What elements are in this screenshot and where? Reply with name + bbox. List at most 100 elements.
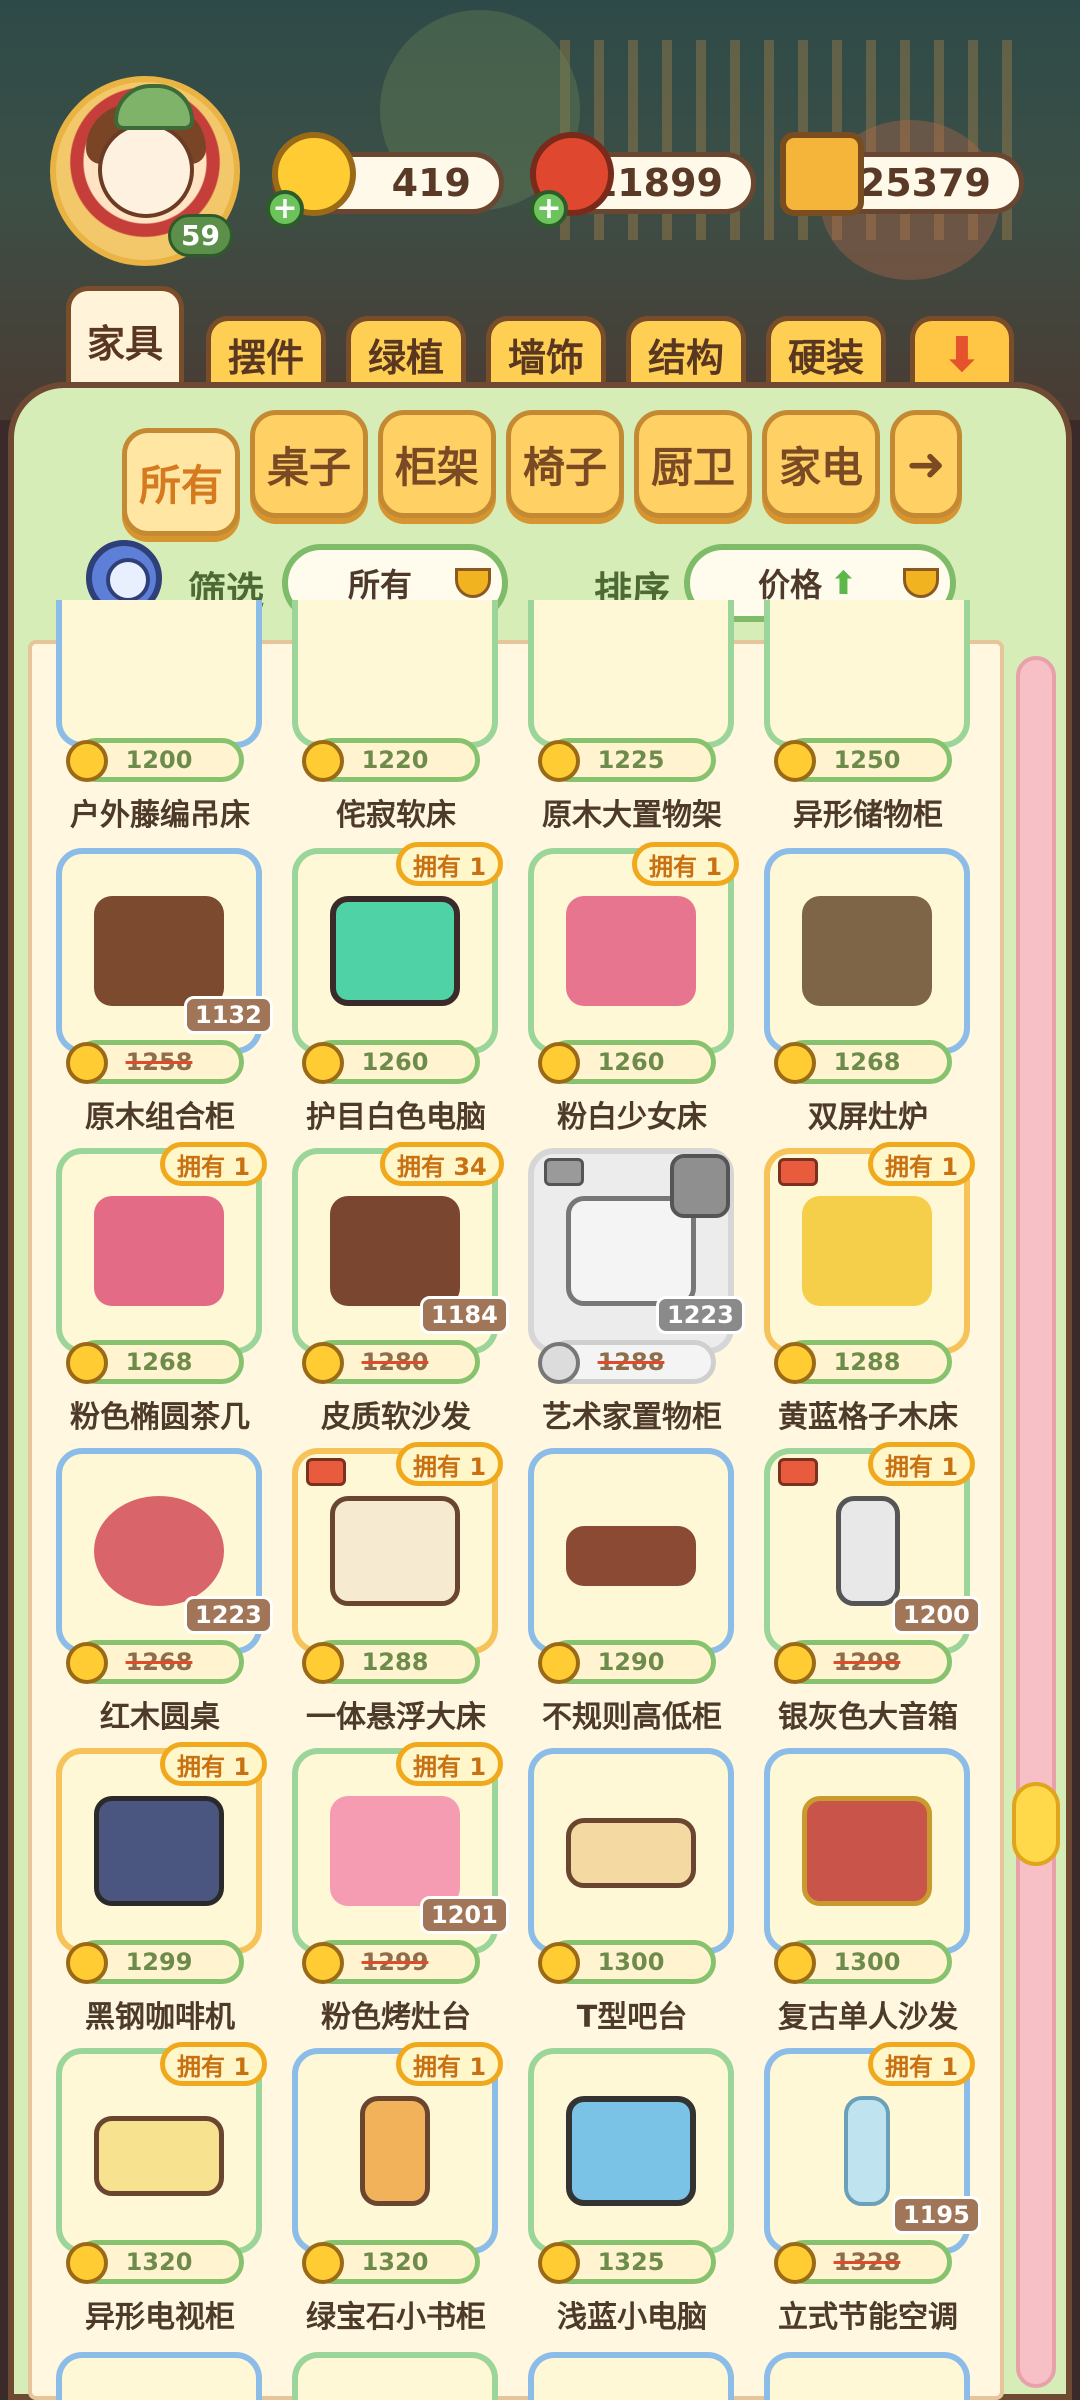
coin-icon — [538, 1942, 580, 1984]
add-coins-button[interactable]: + — [266, 190, 304, 228]
item-card[interactable] — [528, 1748, 734, 1954]
scrollbar-thumb[interactable] — [1012, 1782, 1060, 1866]
discount-price: 1223 — [184, 1596, 273, 1634]
item-image — [330, 1796, 460, 1906]
item-card[interactable] — [528, 2352, 734, 2400]
subtab-tables[interactable]: 桌子 — [250, 410, 368, 518]
coin-icon — [774, 740, 816, 782]
coin-icon — [302, 2242, 344, 2284]
item-name: 异形储物柜 — [793, 798, 943, 833]
item-name: 浅蓝小电脑 — [557, 2300, 707, 2335]
tab-hardware[interactable]: 硬装 — [766, 316, 886, 388]
coin-icon — [66, 740, 108, 782]
owned-badge: 拥有 1 — [160, 2042, 268, 2086]
tab-plants[interactable]: 绿植 — [346, 316, 466, 388]
item-image — [566, 1818, 696, 1888]
subtab-appliances[interactable]: 家电 — [762, 410, 880, 518]
owned-badge: 拥有 1 — [396, 2042, 504, 2086]
coin-icon — [774, 1042, 816, 1084]
owned-badge: 拥有 1 — [160, 1742, 268, 1786]
lock-icon — [670, 1154, 730, 1218]
item-image — [802, 1796, 932, 1906]
item-name: 黄蓝格子木床 — [778, 1400, 958, 1435]
item-image — [94, 1196, 224, 1306]
owned-badge: 拥有 1 — [868, 1442, 976, 1486]
arrow-down-icon[interactable]: ⬇ — [910, 316, 1014, 388]
item-image — [360, 2096, 430, 2206]
truck-icon — [778, 1458, 818, 1486]
tab-wall-decor[interactable]: 墙饰 — [486, 316, 606, 388]
item-name: 异形电视柜 — [85, 2300, 235, 2335]
item-card[interactable] — [528, 1448, 734, 1654]
owned-badge: 拥有 1 — [868, 2042, 976, 2086]
owned-badge: 拥有 1 — [632, 842, 740, 886]
avatar-hat — [114, 84, 194, 130]
subtab-all[interactable]: 所有 — [122, 428, 240, 536]
card-frame — [528, 600, 734, 748]
item-image — [94, 896, 224, 1006]
item-name: 侘寂软床 — [336, 798, 456, 833]
truck-icon — [306, 1458, 346, 1486]
tab-furniture[interactable]: 家具 — [66, 286, 184, 390]
item-image — [566, 896, 696, 1006]
subtab-kitchen-bath[interactable]: 厨卫 — [634, 410, 752, 518]
add-peppers-button[interactable]: + — [530, 190, 568, 228]
card-frame — [56, 600, 262, 748]
item-card[interactable] — [764, 848, 970, 1054]
coin-icon — [302, 1342, 344, 1384]
item-name: 银灰色大音箱 — [778, 1700, 958, 1735]
item-image — [566, 1526, 696, 1586]
item-name: 原木组合柜 — [85, 1100, 235, 1135]
coin-icon — [538, 1042, 580, 1084]
owned-badge: 拥有 1 — [396, 842, 504, 886]
item-card[interactable] — [56, 2352, 262, 2400]
coin-icon — [774, 1642, 816, 1684]
item-card[interactable] — [764, 1748, 970, 1954]
item-image — [330, 1496, 460, 1606]
tab-ornaments[interactable]: 摆件 — [206, 316, 326, 388]
coin-icon — [538, 2242, 580, 2284]
item-card[interactable] — [764, 2352, 970, 2400]
owned-badge: 拥有 1 — [396, 1442, 504, 1486]
coin-icon — [66, 1042, 108, 1084]
item-name: 粉白少女床 — [557, 1100, 707, 1135]
discount-price: 1223 — [656, 1296, 745, 1334]
item-name: 粉色烤灶台 — [321, 2000, 471, 2035]
coin-icon — [66, 1342, 108, 1384]
item-name: 一体悬浮大床 — [306, 1700, 486, 1735]
item-name: 户外藤编吊床 — [70, 798, 250, 833]
discount-price: 1195 — [892, 2196, 981, 2234]
owned-badge: 拥有 1 — [160, 1142, 268, 1186]
item-image — [330, 896, 460, 1006]
subtab-shelves[interactable]: 柜架 — [378, 410, 496, 518]
tab-structure[interactable]: 结构 — [626, 316, 746, 388]
item-card[interactable] — [292, 2352, 498, 2400]
arrow-up-icon: ⬆ — [830, 564, 857, 602]
item-name: 双屏灶炉 — [808, 1100, 928, 1135]
item-name: 不规则高低柜 — [542, 1700, 722, 1735]
coin-icon — [538, 1642, 580, 1684]
coin-icon — [774, 1942, 816, 1984]
coin-icon — [538, 740, 580, 782]
avatar-face — [98, 122, 194, 218]
discount-price: 1132 — [184, 996, 273, 1034]
item-image — [802, 896, 932, 1006]
coin-icon — [302, 1042, 344, 1084]
coin-icon — [302, 1642, 344, 1684]
coin-icon — [66, 2242, 108, 2284]
owned-badge: 拥有 34 — [380, 1142, 504, 1186]
item-image — [330, 1196, 460, 1306]
truck-icon — [778, 1158, 818, 1186]
ticket-icon — [780, 132, 864, 216]
item-image — [802, 1196, 932, 1306]
coin-icon — [66, 1642, 108, 1684]
arrow-right-icon[interactable]: ➜ — [890, 410, 962, 518]
item-card[interactable] — [528, 2048, 734, 2254]
coin-icon — [538, 1342, 580, 1384]
item-name: 原木大置物架 — [542, 798, 722, 833]
item-name: 绿宝石小书柜 — [306, 2300, 486, 2335]
item-name: 皮质软沙发 — [321, 1400, 471, 1435]
subtab-chairs[interactable]: 椅子 — [506, 410, 624, 518]
item-name: 粉色椭圆茶几 — [70, 1400, 250, 1435]
scrollbar-track[interactable] — [1016, 656, 1056, 2388]
